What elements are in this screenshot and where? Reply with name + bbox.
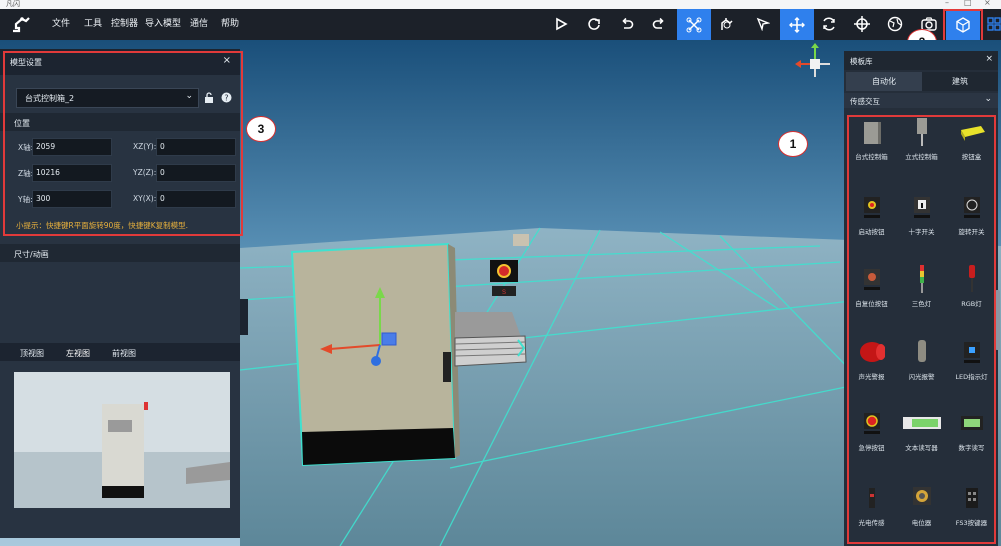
menu-controller[interactable]: 控制器	[111, 9, 138, 40]
library-header: 模板库 ×	[844, 51, 998, 70]
pointer-icon[interactable]	[752, 13, 774, 35]
menu-file[interactable]: 文件	[52, 9, 70, 40]
library-close-icon[interactable]: ×	[985, 54, 993, 64]
tab-front-view[interactable]: 前视图	[112, 348, 136, 359]
size-animation-label: 尺寸/动画	[14, 250, 49, 259]
minimize-button[interactable]: –	[945, 0, 949, 7]
globe-icon[interactable]	[884, 13, 906, 35]
target-icon[interactable]	[851, 13, 873, 35]
move-icon[interactable]	[780, 9, 814, 40]
menu-tools[interactable]: 工具	[84, 9, 102, 40]
reset-icon[interactable]	[583, 13, 605, 35]
play-icon[interactable]	[550, 13, 572, 35]
close-window-button[interactable]: ×	[984, 0, 991, 7]
tab-building[interactable]: 建筑	[922, 72, 998, 91]
category-dropdown[interactable]: 传感交互 ⌄	[844, 93, 998, 108]
tab-automation[interactable]: 自动化	[846, 72, 922, 91]
window-title: 凡闪	[6, 0, 20, 8]
undo-icon[interactable]	[616, 13, 638, 35]
category-label: 传感交互	[850, 97, 880, 106]
menu-communication[interactable]: 通信	[190, 9, 208, 40]
size-animation-section[interactable]: 尺寸/动画	[0, 244, 240, 262]
estop-box-model[interactable]: S	[490, 260, 518, 296]
desk-control-cabinet-model[interactable]	[290, 242, 460, 467]
distant-box-model[interactable]	[513, 234, 529, 246]
highlight-library-items	[847, 115, 996, 544]
menu-help[interactable]: 帮助	[221, 9, 239, 40]
drone-icon[interactable]	[677, 9, 711, 40]
redo-icon[interactable]	[648, 13, 670, 35]
tab-left-view[interactable]: 左视图	[66, 348, 90, 359]
highlight-library-button	[943, 9, 983, 42]
window-titlebar: 凡闪 – □ ×	[0, 0, 1001, 9]
annotation-badge-3: 3	[246, 116, 276, 142]
panel-collapse-handle[interactable]	[240, 299, 248, 335]
robot-arm-logo-icon	[13, 17, 30, 33]
robot-hand-icon[interactable]	[716, 13, 738, 35]
estop-panel-text: S	[502, 290, 506, 296]
grid-icon[interactable]	[983, 13, 1001, 35]
rotate-icon[interactable]	[818, 13, 840, 35]
view-tabs: 顶视图 左视图 前视图	[0, 343, 240, 361]
library-title: 模板库	[850, 57, 873, 66]
view-preview	[14, 372, 230, 508]
annotation-badge-1: 1	[778, 131, 808, 157]
chevron-down-icon: ⌄	[984, 94, 992, 104]
maximize-button[interactable]: □	[964, 0, 972, 7]
main-toolbar: 文件 工具 控制器 导入模型 通信 帮助	[0, 9, 1001, 40]
tab-top-view[interactable]: 顶视图	[20, 348, 44, 359]
menu-import-model[interactable]: 导入模型	[145, 9, 181, 40]
highlight-model-settings	[3, 51, 243, 236]
